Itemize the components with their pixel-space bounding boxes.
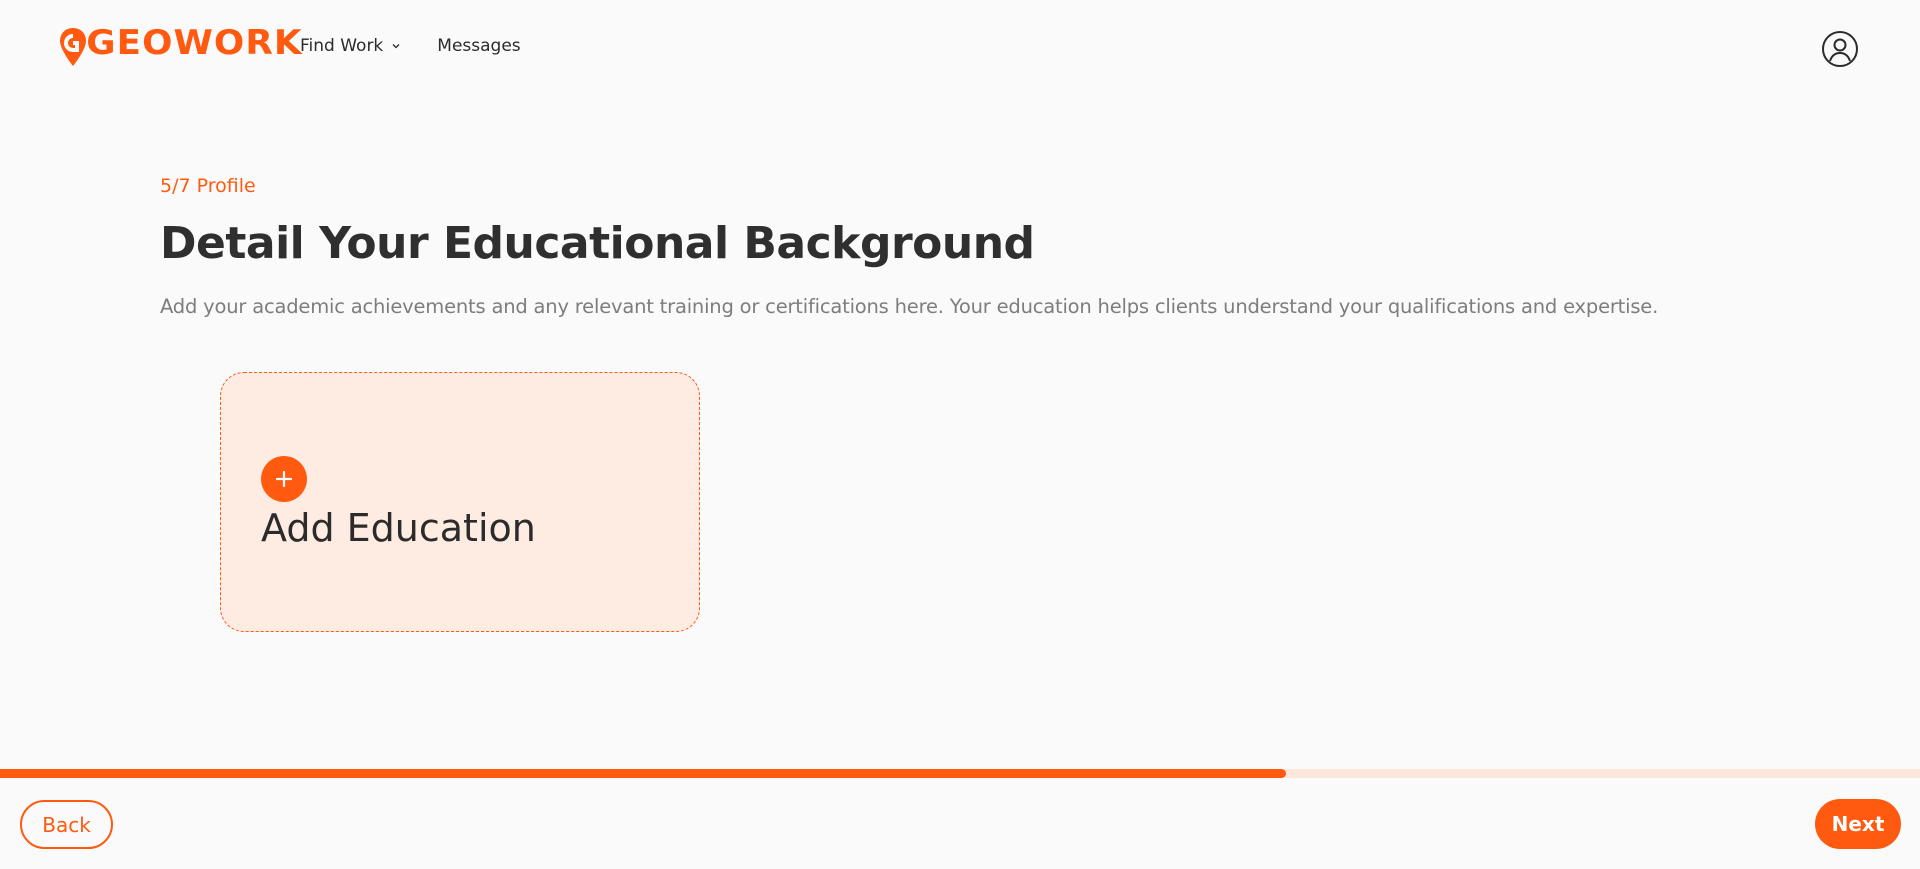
logo[interactable]: GEOWORK <box>59 26 302 66</box>
nav-messages[interactable]: Messages <box>437 36 520 56</box>
plus-icon[interactable] <box>261 456 307 502</box>
progress-bar <box>0 769 1920 778</box>
nav-find-work[interactable]: Find Work <box>300 36 401 56</box>
next-button[interactable]: Next <box>1815 799 1901 849</box>
main-nav: Find Work Messages <box>300 36 521 56</box>
progress-fill <box>0 769 1287 778</box>
step-indicator: 5/7 Profile <box>160 175 256 197</box>
page: GEOWORK Find Work Messages 5/7 Profile D… <box>0 0 1920 869</box>
logo-text: GEOWORK <box>86 23 303 63</box>
page-title: Detail Your Educational Background <box>160 218 1035 269</box>
nav-messages-label: Messages <box>437 36 521 56</box>
back-button[interactable]: Back <box>20 800 113 849</box>
chevron-down-icon <box>392 44 400 49</box>
user-circle-icon[interactable] <box>1821 30 1859 68</box>
plus-glyph <box>275 470 293 488</box>
add-education-label: Add Education <box>261 506 536 550</box>
add-education-card[interactable]: Add Education <box>220 372 700 632</box>
nav-find-work-label: Find Work <box>300 36 384 56</box>
page-subtitle: Add your academic achievements and any r… <box>160 295 1659 318</box>
top-nav: GEOWORK Find Work Messages <box>0 0 1920 95</box>
